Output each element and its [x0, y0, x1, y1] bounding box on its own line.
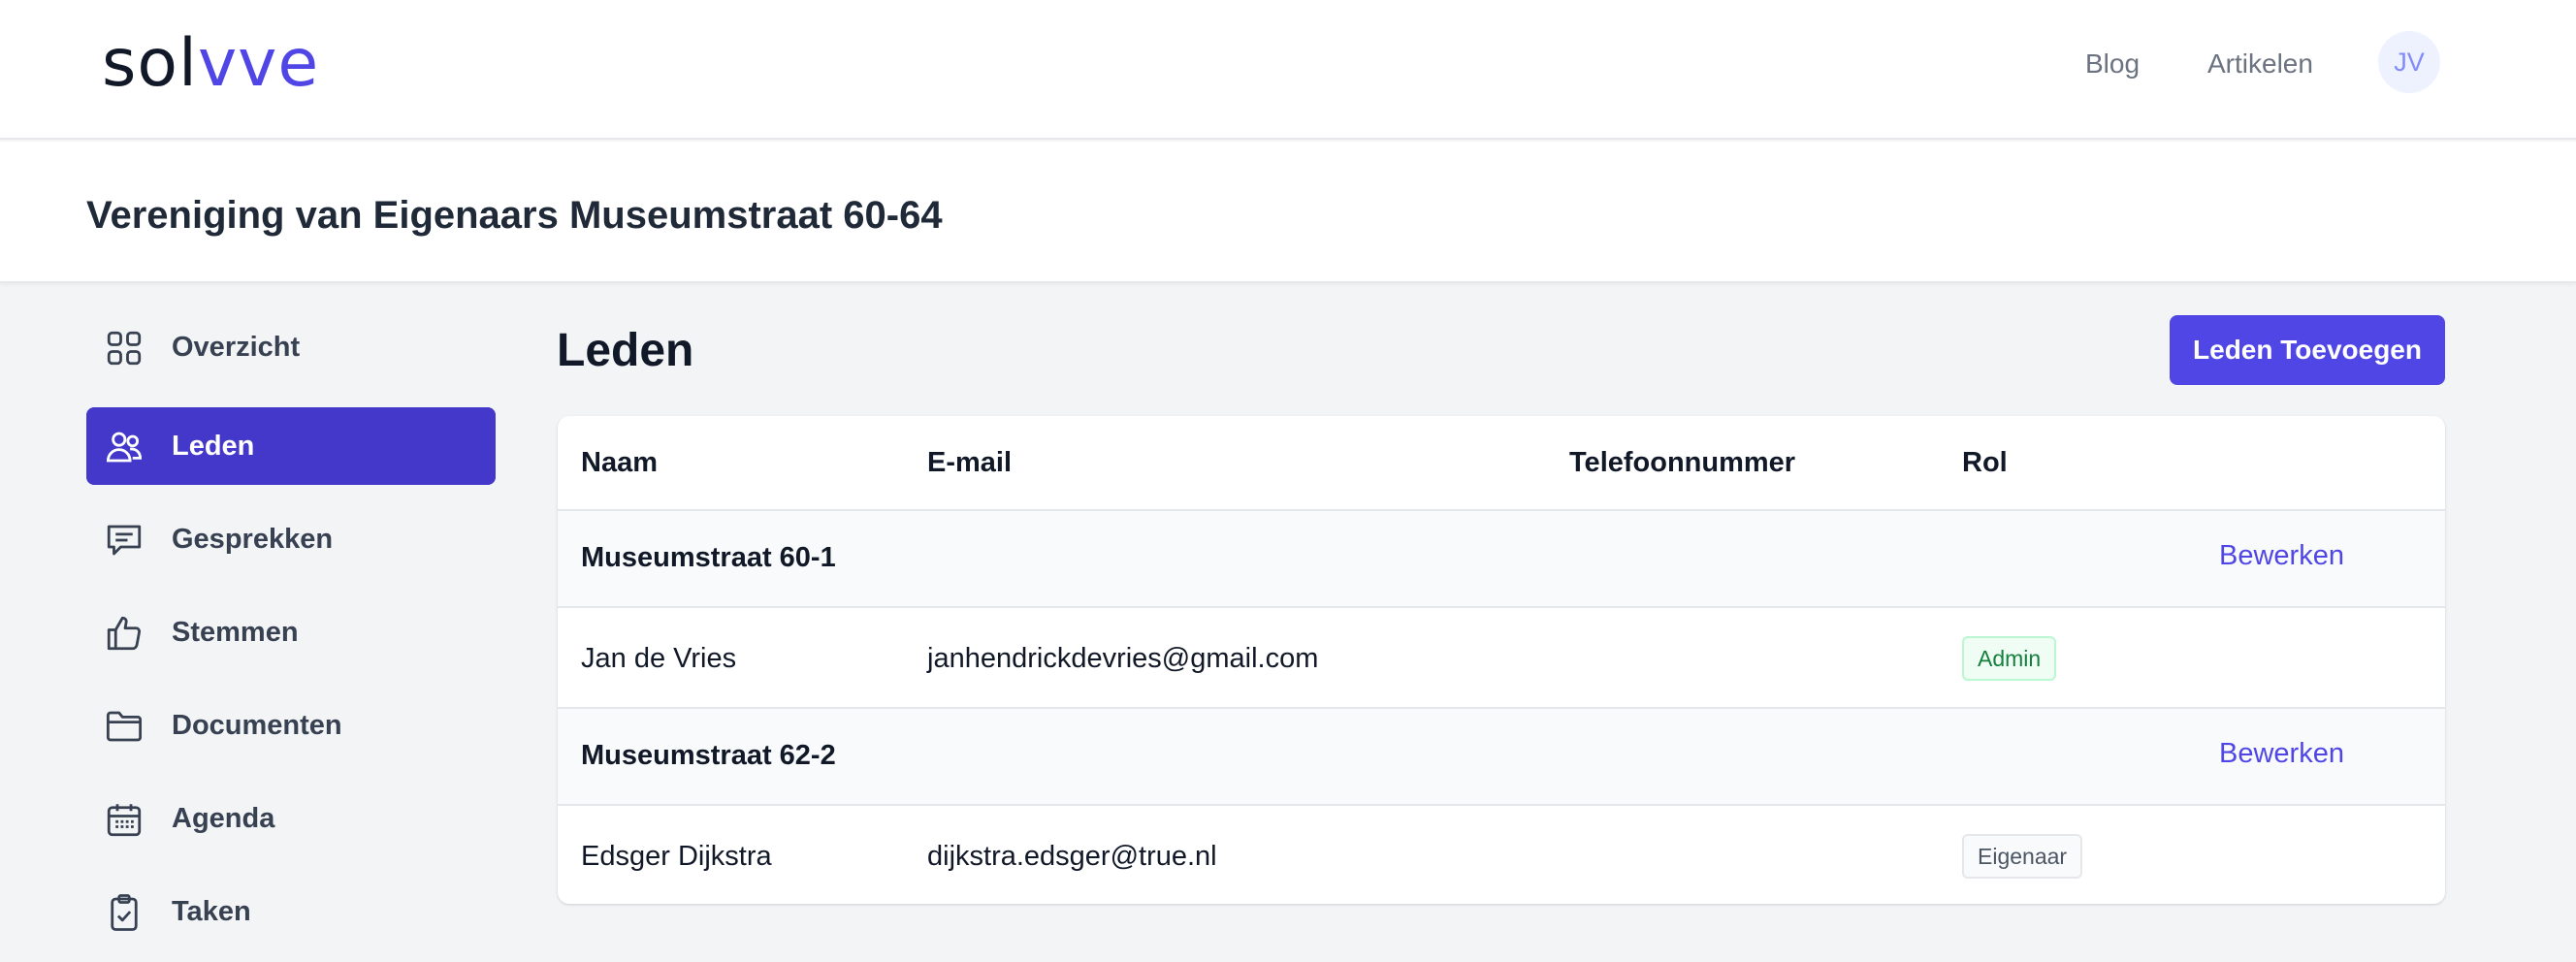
column-header-naam: Naam — [581, 447, 658, 478]
role-badge: Eigenaar — [1962, 834, 2083, 879]
members-table: Naam E-mail Telefoonnummer Rol Museumstr… — [558, 416, 2445, 904]
member-name: Jan de Vries — [581, 643, 737, 674]
member-email: dijkstra.edsger@true.nl — [927, 841, 1217, 872]
sidebar-item-label: Gesprekken — [172, 523, 334, 555]
sidebar-item-leden[interactable]: Leden — [86, 407, 496, 485]
group-name: Museumstraat 62-2 — [581, 740, 836, 771]
column-header-telefoon: Telefoonnummer — [1569, 447, 1796, 478]
sidebar-item-label: Agenda — [172, 802, 275, 834]
page-header: Vereniging van Eigenaars Museumstraat 60… — [0, 142, 2576, 283]
table-header-row: Naam E-mail Telefoonnummer Rol — [558, 416, 2445, 509]
grid-icon — [104, 328, 145, 369]
sidebar-item-label: Stemmen — [172, 616, 299, 648]
folder-icon — [104, 706, 145, 747]
sidebar-item-label: Overzicht — [172, 331, 301, 363]
sidebar-item-stemmen[interactable]: Stemmen — [86, 593, 496, 671]
sidebar-item-overzicht[interactable]: Overzicht — [86, 308, 496, 386]
column-header-rol: Rol — [1962, 447, 2008, 478]
sidebar-item-gesprekken[interactable]: Gesprekken — [86, 500, 496, 578]
sidebar-item-label: Leden — [172, 430, 255, 462]
add-members-button[interactable]: Leden Toevoegen — [2170, 315, 2445, 385]
top-navbar: solvve Blog Artikelen JV — [0, 0, 2576, 140]
calendar-icon — [104, 799, 145, 840]
sidebar-item-documenten[interactable]: Documenten — [86, 687, 496, 764]
logo-text-part1: sol — [102, 25, 198, 102]
chat-icon — [104, 520, 145, 561]
logo-text-part2: vve — [197, 25, 320, 102]
sidebar-item-taken[interactable]: Taken — [86, 873, 496, 950]
role-badge: Admin — [1962, 636, 2057, 681]
nav-link-artikelen[interactable]: Artikelen — [2207, 45, 2313, 83]
sidebar-item-label: Documenten — [172, 709, 342, 741]
group-row: Museumstraat 62-2 Bewerken — [558, 707, 2445, 804]
group-row: Museumstraat 60-1 Bewerken — [558, 509, 2445, 606]
nav-link-blog[interactable]: Blog — [2085, 45, 2140, 83]
group-name: Museumstraat 60-1 — [581, 542, 836, 573]
thumbs-up-icon — [104, 613, 145, 654]
section-title: Leden — [557, 325, 694, 376]
sidebar-item-agenda[interactable]: Agenda — [86, 780, 496, 857]
users-icon — [104, 427, 145, 467]
table-row: Jan de Vries janhendrickdevries@gmail.co… — [558, 606, 2445, 707]
solvve-logo[interactable]: solvve — [102, 25, 319, 103]
column-header-email: E-mail — [927, 447, 1013, 478]
user-avatar[interactable]: JV — [2378, 31, 2440, 93]
member-email: janhendrickdevries@gmail.com — [927, 643, 1319, 674]
member-name: Edsger Dijkstra — [581, 841, 772, 872]
table-row: Edsger Dijkstra dijkstra.edsger@true.nl … — [558, 804, 2445, 904]
clipboard-check-icon — [104, 892, 145, 933]
sidebar-item-label: Taken — [172, 895, 251, 927]
page-title: Vereniging van Eigenaars Museumstraat 60… — [86, 194, 943, 237]
edit-group-link[interactable]: Bewerken — [2219, 738, 2344, 770]
edit-group-link[interactable]: Bewerken — [2219, 540, 2344, 572]
